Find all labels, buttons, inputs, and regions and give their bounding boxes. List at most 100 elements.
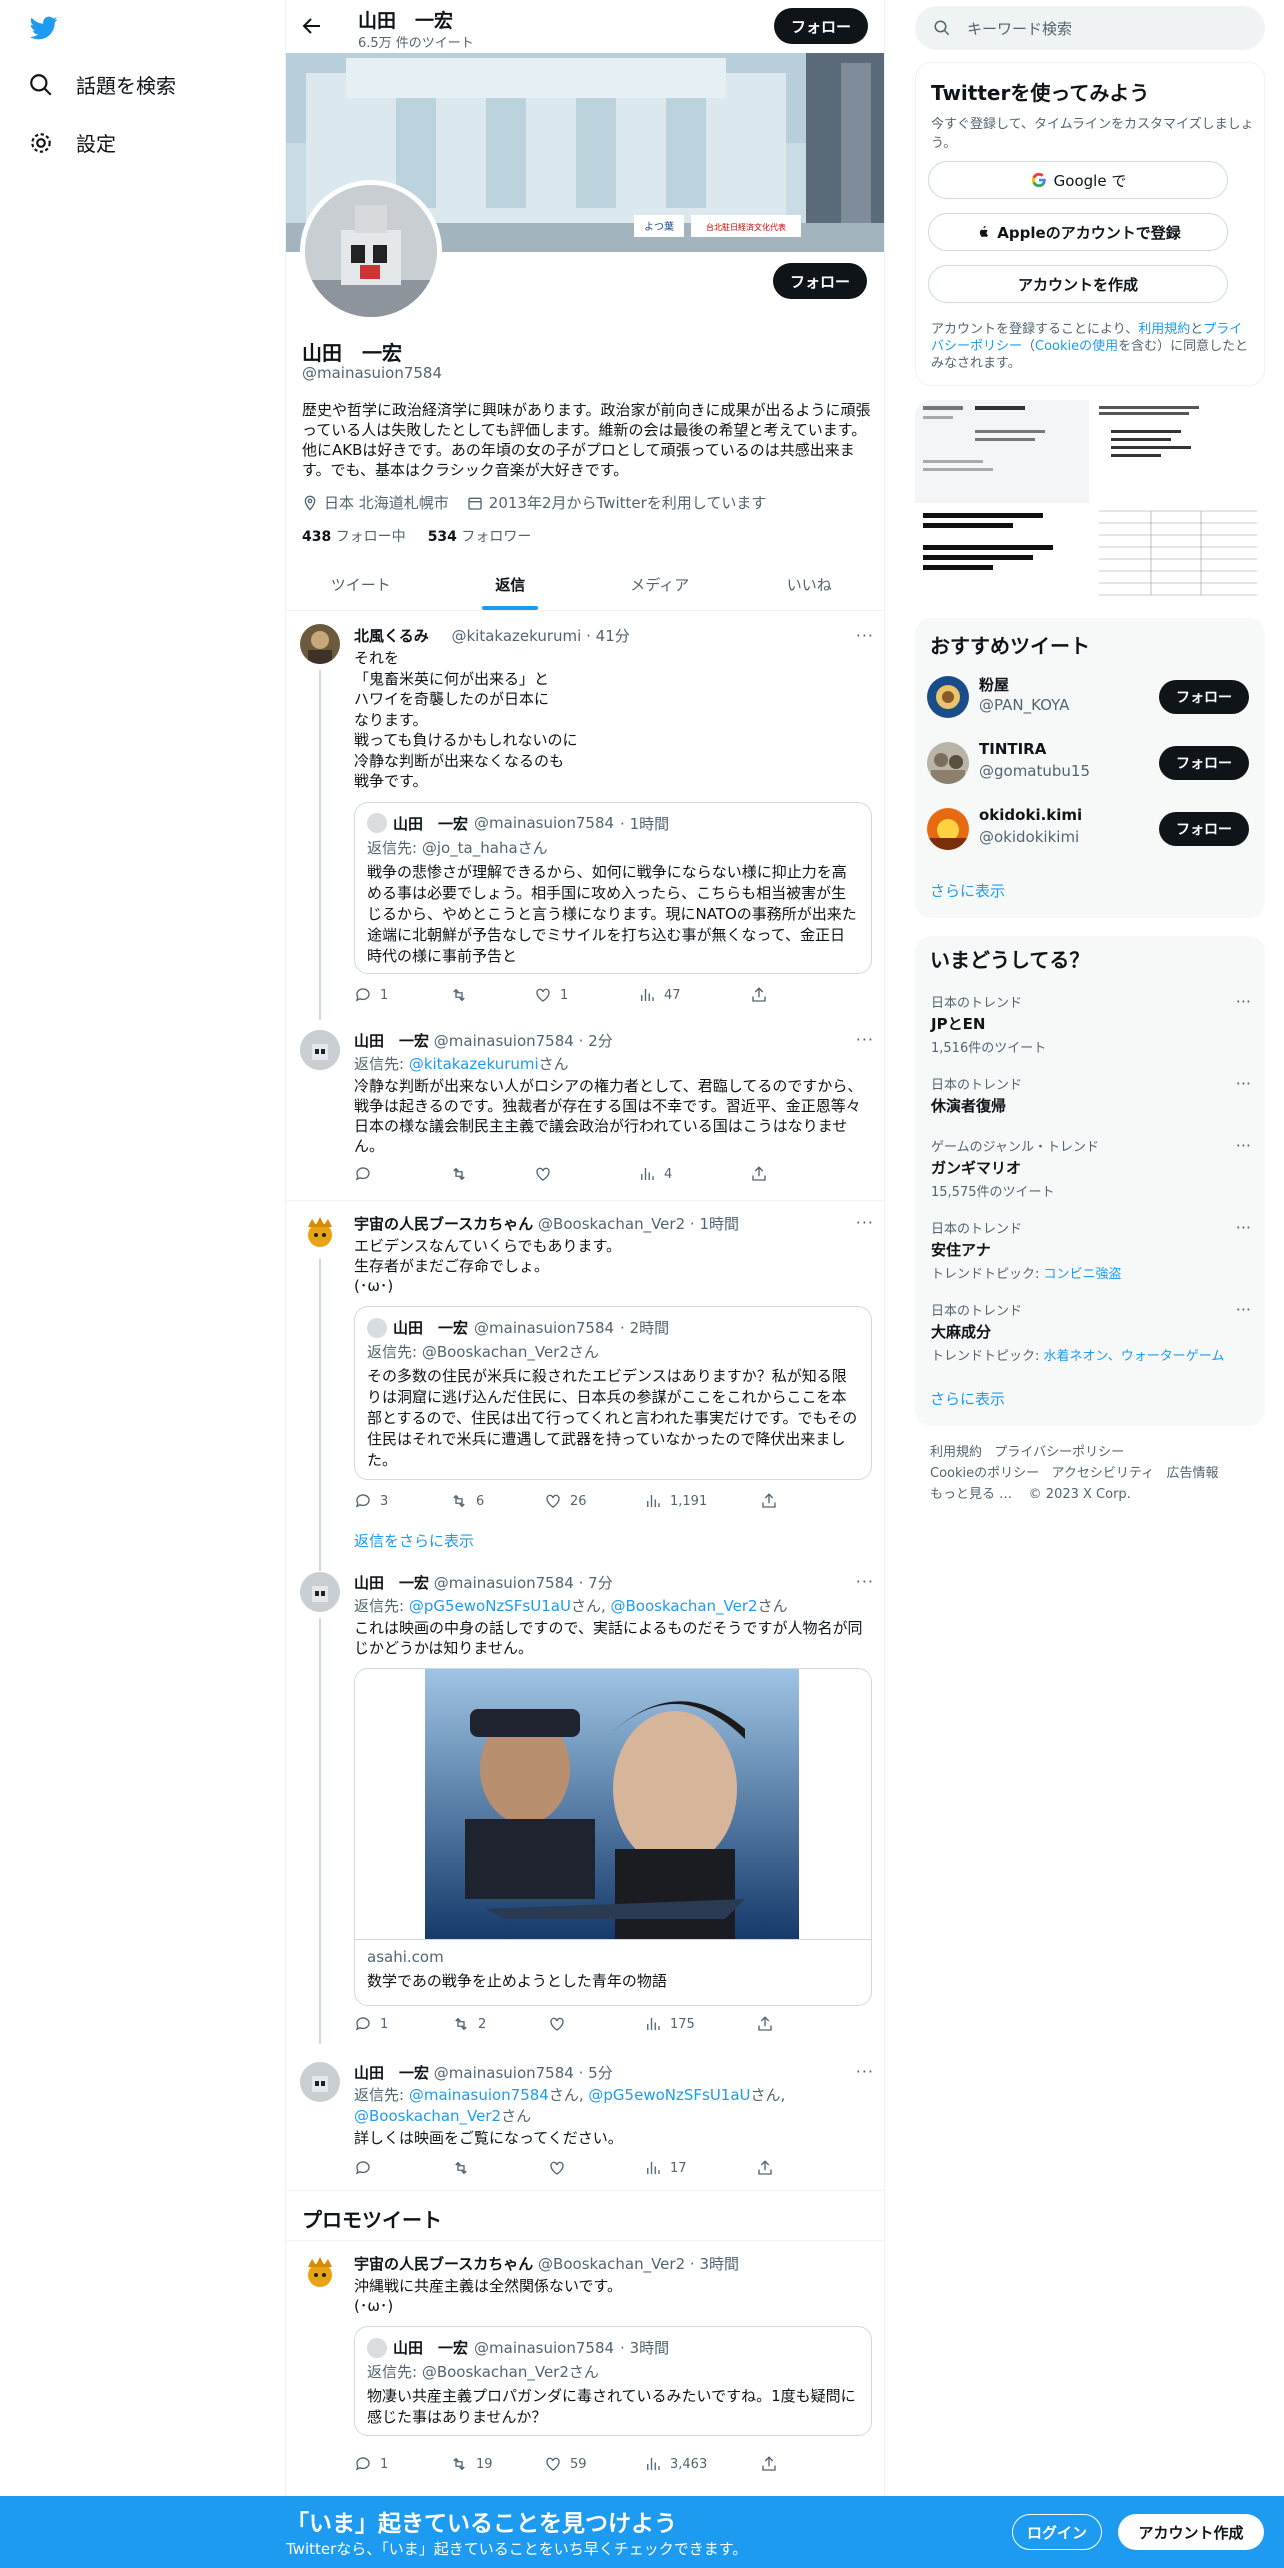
share-button[interactable] [760, 2455, 778, 2473]
footer-terms-link[interactable]: 利用規約 [930, 1445, 982, 1460]
footer-ads-link[interactable]: 広告情報 [1167, 1466, 1219, 1481]
trend-topic-link[interactable]: コンビニ強盗 [1044, 1267, 1122, 1282]
back-arrow-icon[interactable] [300, 14, 324, 38]
retweet-button[interactable] [450, 986, 534, 1004]
avatar[interactable] [927, 676, 969, 718]
footer-privacy-link[interactable]: プライバシーポリシー [994, 1445, 1124, 1460]
more-icon[interactable]: ··· [1236, 1300, 1251, 1319]
profile-media-grid[interactable] [915, 400, 1265, 600]
like-button[interactable] [534, 1165, 638, 1183]
recommended-follow-button[interactable]: フォロー [1159, 680, 1249, 714]
tweet-author[interactable]: 山田 一宏 [354, 1032, 429, 1050]
trend-topic-link[interactable]: 、ウォーターゲーム [1108, 1349, 1225, 1364]
avatar[interactable] [300, 2062, 340, 2102]
footer-more-link[interactable]: もっと見る … [930, 1487, 1012, 1502]
signup-button[interactable]: アカウント作成 [1118, 2514, 1264, 2550]
profile-avatar[interactable] [300, 180, 442, 322]
recommended-follow-button[interactable]: フォロー [1159, 746, 1249, 780]
tweet-time[interactable]: · 3時間 [690, 2255, 739, 2273]
google-signup-button[interactable]: Google で [928, 161, 1228, 199]
reply-mention[interactable]: @pG5ewoNzSFsU1aU [588, 2086, 750, 2104]
trend-item[interactable]: 日本のトレンド 大麻成分 トレンドトピック: 水着ネオン、ウォーターゲーム ··… [931, 1300, 1251, 1364]
recommended-follow-button[interactable]: フォロー [1159, 812, 1249, 846]
create-account-button[interactable]: アカウントを作成 [928, 265, 1228, 303]
more-icon[interactable]: ··· [856, 1572, 874, 1591]
tweet-author[interactable]: 山田 一宏 [354, 2064, 429, 2082]
quoted-tweet[interactable]: 山田 一宏 @mainasuion7584 · 3時間 返信先: @Booskach… [354, 2326, 872, 2436]
more-icon[interactable]: ··· [856, 1213, 874, 1232]
reply-button[interactable]: 3 [354, 1492, 450, 1510]
trend-item[interactable]: 日本のトレンド 休演者復帰 ··· [931, 1074, 1251, 1116]
avatar[interactable] [300, 1213, 340, 1253]
reply-button[interactable]: 1 [354, 2015, 452, 2033]
quoted-tweet[interactable]: 山田 一宏 @mainasuion7584 · 2時間 返信先: @Booskach… [354, 1306, 872, 1480]
more-icon[interactable]: ··· [856, 2062, 874, 2081]
like-button[interactable] [548, 2015, 644, 2033]
like-button[interactable] [548, 2159, 644, 2177]
views-button[interactable]: 175 [644, 2015, 756, 2033]
terms-link[interactable]: 利用規約 [1138, 322, 1190, 337]
trend-item[interactable]: 日本のトレンド JPとEN 1,516件のツイート ··· [931, 992, 1251, 1056]
tab-likes[interactable]: いいね [735, 558, 885, 610]
tweet-time[interactable]: · 7分 [579, 1574, 613, 1592]
views-button[interactable]: 1,191 [644, 1492, 760, 1510]
nav-settings[interactable]: 設定 [28, 128, 116, 157]
trend-item[interactable]: 日本のトレンド 安住アナ トレンドトピック: コンビニ強盗 ··· [931, 1218, 1251, 1282]
media-thumbnail[interactable] [915, 400, 1089, 503]
retweet-button[interactable]: 19 [450, 2455, 544, 2473]
tweet-author[interactable]: 北風くるみ [354, 627, 429, 645]
tweet-author[interactable]: 宇宙の人民ブースカちゃん [354, 1215, 533, 1233]
like-button[interactable]: 1 [534, 986, 638, 1004]
apple-signup-button[interactable]: Appleのアカウントで登録 [928, 213, 1228, 251]
share-button[interactable] [750, 1165, 768, 1183]
avatar[interactable] [300, 2253, 340, 2293]
tweet-yamada-reply-3[interactable]: 山田 一宏 @mainasuion7584 · 5分 返信先: @mainasu… [286, 2050, 884, 2190]
tweet-handle[interactable]: @Booskachan_Ver2 [538, 2255, 685, 2273]
retweet-button[interactable]: 2 [452, 2015, 548, 2033]
share-button[interactable] [756, 2015, 774, 2033]
trends-show-more-link[interactable]: さらに表示 [930, 1388, 1005, 1409]
avatar[interactable] [300, 1572, 340, 1612]
more-icon[interactable]: ··· [856, 626, 874, 645]
login-button[interactable]: ログイン [1012, 2514, 1102, 2550]
twitter-logo-icon[interactable] [28, 14, 60, 42]
quoted-tweet[interactable]: 山田 一宏 @mainasuion7584 · 1時間 返信先: @jo_ta_ha… [354, 801, 872, 974]
views-button[interactable]: 4 [638, 1165, 750, 1183]
tweet-booska-1[interactable]: 宇宙の人民ブースカちゃん @Booskachan_Ver2 · 1時間 エビデン… [286, 1201, 884, 1571]
reply-mention[interactable]: @Booskachan_Ver2 [611, 1597, 758, 1615]
like-button[interactable]: 26 [544, 1492, 644, 1510]
show-more-replies-link[interactable]: 返信をさらに表示 [354, 1530, 474, 1551]
more-icon[interactable]: ··· [1236, 1218, 1251, 1237]
reply-mention[interactable]: @mainasuion7584 [409, 2086, 549, 2104]
share-button[interactable] [756, 2159, 774, 2177]
recommended-user[interactable]: 粉屋 @PAN_KOYA フォロー [927, 668, 1253, 724]
retweet-button[interactable] [452, 2159, 548, 2177]
reply-button[interactable] [354, 2159, 452, 2177]
footer-accessibility-link[interactable]: アクセシビリティ [1052, 1466, 1155, 1481]
tweet-author[interactable]: 山田 一宏 [354, 1574, 429, 1592]
avatar[interactable] [927, 808, 969, 850]
reply-button[interactable]: 1 [354, 2455, 450, 2473]
avatar[interactable] [300, 624, 340, 664]
tweet-time[interactable]: · 41分 [586, 627, 630, 645]
media-thumbnail[interactable] [1091, 505, 1265, 600]
recommended-user[interactable]: okidoki.kimi @okidokikimi フォロー [927, 800, 1253, 856]
tweet-time[interactable]: · 1時間 [690, 1215, 739, 1233]
tweet-handle[interactable]: @mainasuion7584 [434, 1032, 574, 1050]
trend-item[interactable]: ゲームのジャンル・トレンド ガンギマリオ 15,575件のツイート ··· [931, 1136, 1251, 1200]
views-button[interactable]: 3,463 [644, 2455, 760, 2473]
reply-mention[interactable]: @pG5ewoNzSFsU1aU [409, 1597, 571, 1615]
tab-replies[interactable]: 返信 [436, 558, 586, 610]
tweet-time[interactable]: · 5分 [579, 2064, 613, 2082]
tweet-kitakaze[interactable]: 北風くるみ @kitakazekurumi · 41分 それを 「鬼畜米英に何が… [286, 612, 884, 1020]
following-link[interactable]: 438 フォロー中 [302, 526, 406, 546]
tweet-time[interactable]: · 2分 [579, 1032, 613, 1050]
more-icon[interactable]: ··· [1236, 1074, 1251, 1093]
tweet-yamada-reply-1[interactable]: 山田 一宏 @mainasuion7584 · 2分 返信先: @kitakaz… [286, 1020, 884, 1200]
tweet-author[interactable]: 宇宙の人民ブースカちゃん [354, 2255, 533, 2273]
tweet-handle[interactable]: @mainasuion7584 [434, 1574, 574, 1592]
avatar[interactable] [300, 1030, 340, 1070]
followers-link[interactable]: 534 フォロワー [428, 526, 532, 546]
tweet-yamada-reply-2[interactable]: 山田 一宏 @mainasuion7584 · 7分 返信先: @pG5ewoN… [286, 1560, 884, 2044]
footer-cookie-link[interactable]: Cookieのポリシー [930, 1466, 1039, 1481]
